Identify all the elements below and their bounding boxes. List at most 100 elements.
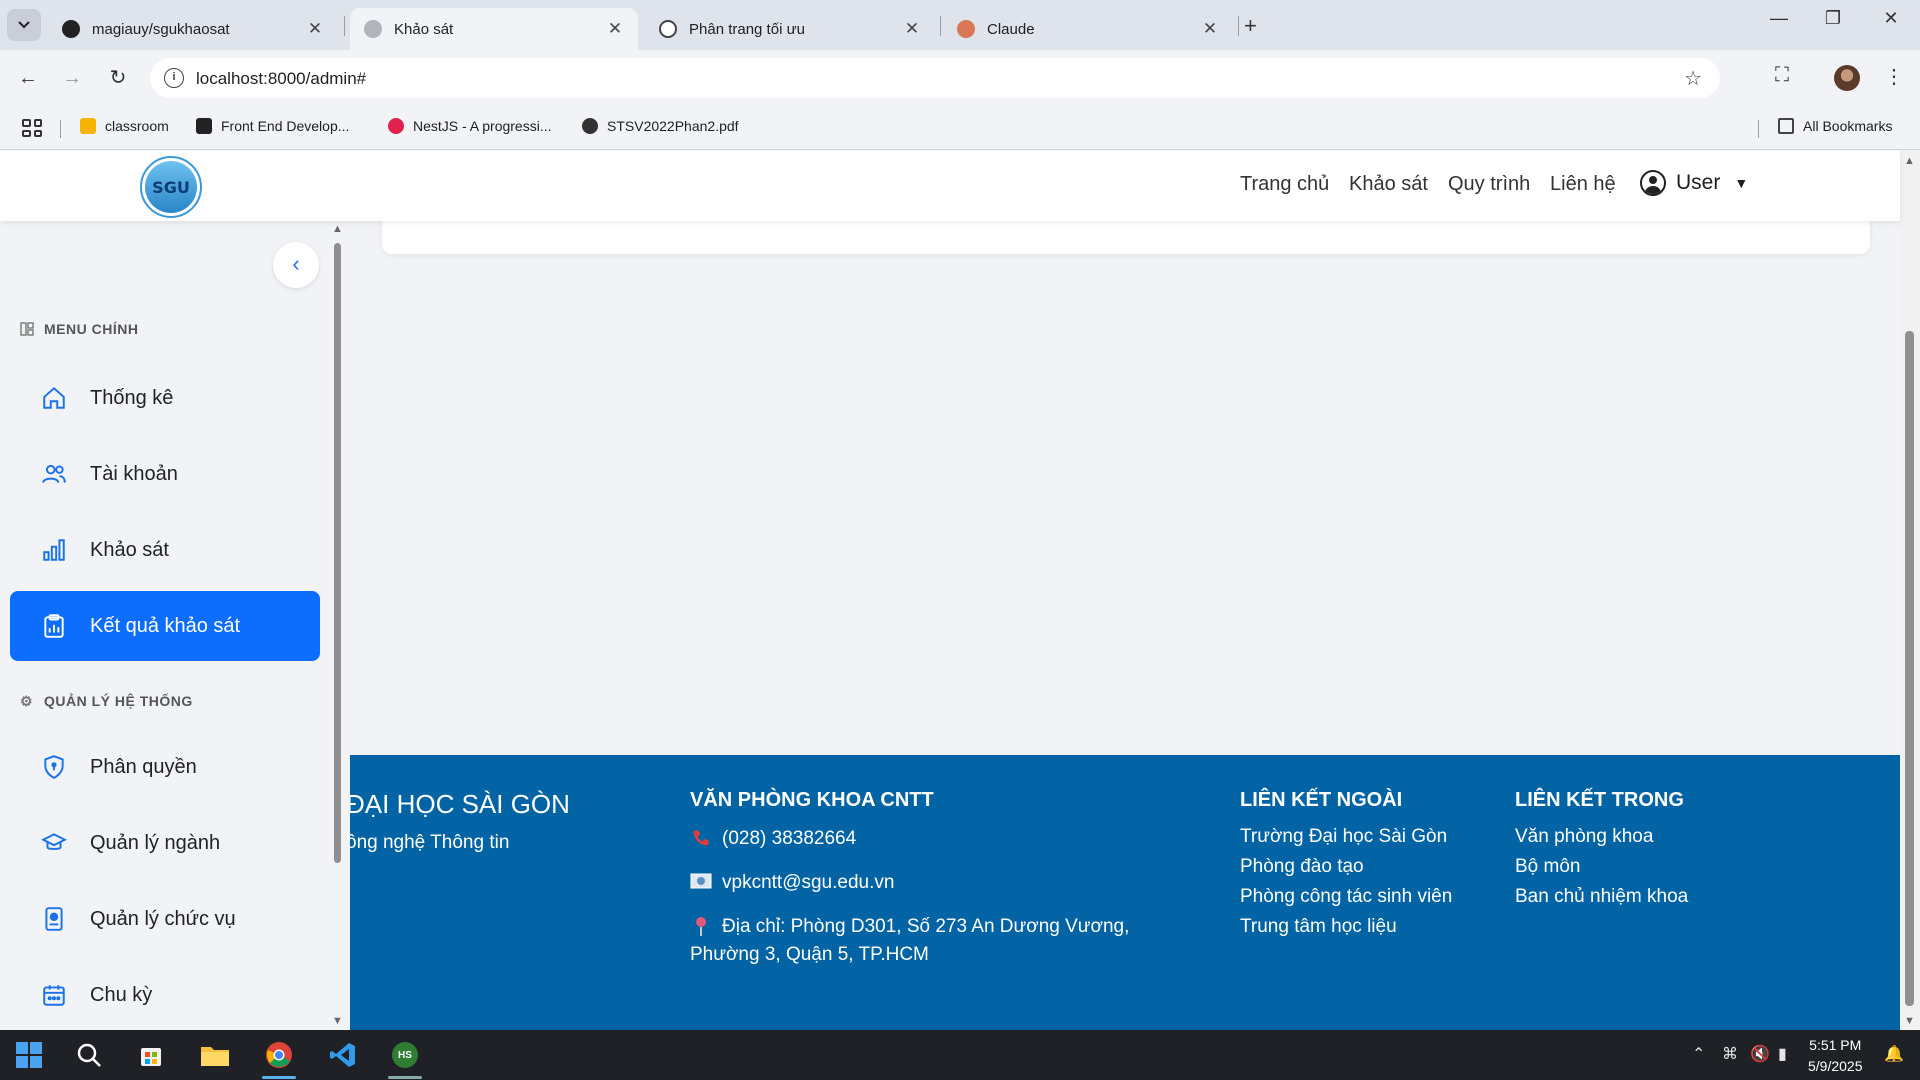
scroll-up-icon[interactable]: ▲ <box>1904 155 1915 167</box>
sidebar-item-label: Phân quyền <box>90 755 197 778</box>
frontend-mentor-icon <box>196 118 212 134</box>
volume-muted-icon[interactable]: 🔇 <box>1750 1044 1770 1064</box>
url-text[interactable]: localhost:8000/admin# <box>196 69 366 89</box>
clock-date: 5/9/2025 <box>1808 1058 1863 1074</box>
nav-lien-he[interactable]: Liên hệ <box>1550 173 1616 196</box>
nav-khao-sat[interactable]: Khảo sát <box>1349 173 1428 196</box>
system-clock[interactable]: 5:51 PM 5/9/2025 <box>1808 1035 1863 1077</box>
sidebar-item-phan-quyen[interactable]: Phân quyền <box>10 732 320 802</box>
tray-chevron-up-icon[interactable]: ⌃ <box>1692 1044 1705 1064</box>
gear-icon: ⚙ <box>20 693 34 709</box>
footer-email[interactable]: vpkcntt@sgu.edu.vn <box>690 872 1129 894</box>
site-footer: ĐẠI HỌC SÀI GÒN ông nghệ Thông tin VĂN P… <box>350 755 1900 1030</box>
sidebar-item-khao-sat[interactable]: Khảo sát <box>10 515 320 585</box>
sidebar-item-thong-ke[interactable]: Thống kê <box>10 363 320 433</box>
sidebar-scroll-thumb[interactable] <box>334 243 341 863</box>
footer-office-heading: VĂN PHÒNG KHOA CNTT <box>690 789 934 811</box>
sidebar-scrollbar[interactable]: ▲ ▼ <box>331 221 345 1030</box>
bookmark-star-icon[interactable]: ☆ <box>1684 66 1702 91</box>
graduation-cap-icon <box>40 829 68 857</box>
footer-link-truong-dhsg[interactable]: Trường Đại học Sài Gòn <box>1240 822 1452 852</box>
hs-app-icon[interactable]: HS <box>388 1039 422 1071</box>
footer-phone-text: (028) 38382664 <box>722 828 857 849</box>
reload-icon[interactable]: ↻ <box>104 64 132 92</box>
footer-link-van-phong-khoa[interactable]: Văn phòng khoa <box>1515 822 1688 852</box>
battery-icon[interactable]: ▮ <box>1778 1044 1787 1064</box>
footer-link-bo-mon[interactable]: Bộ môn <box>1515 852 1688 882</box>
tab-label: magiauy/sgukhaosat <box>92 20 230 38</box>
tab-github[interactable]: magiauy/sgukhaosat ✕ <box>48 8 338 50</box>
section-label: QUẢN LÝ HỆ THỐNG <box>44 693 193 709</box>
scroll-down-icon[interactable]: ▼ <box>1904 1015 1915 1027</box>
footer-link-trung-tam-hoc-lieu[interactable]: Trung tâm học liệu <box>1240 912 1452 942</box>
close-tab-icon[interactable]: ✕ <box>1201 19 1219 39</box>
sidebar-item-chu-ky[interactable]: Chu kỳ <box>10 960 320 1030</box>
web-page: SGU Trang chủ Khảo sát Quy trình Liên hệ… <box>0 151 1920 1030</box>
address-bar[interactable]: i localhost:8000/admin# ☆ <box>150 58 1720 98</box>
nav-quy-trinh[interactable]: Quy trình <box>1448 173 1530 196</box>
footer-link-phong-ctsv[interactable]: Phòng công tác sinh viên <box>1240 882 1452 912</box>
sidebar-item-ket-qua-khao-sat[interactable]: Kết quả khảo sát <box>10 591 320 661</box>
bookmark-classroom[interactable]: classroom <box>80 118 169 134</box>
sidebar-item-tai-khoan[interactable]: Tài khoản <box>10 439 320 509</box>
search-icon[interactable] <box>72 1039 106 1071</box>
globe-icon <box>582 118 598 134</box>
sidebar-item-label: Khảo sát <box>90 538 169 561</box>
minimize-icon[interactable]: — <box>1756 8 1802 29</box>
new-tab-button[interactable]: + <box>1244 13 1257 39</box>
logo-text: SGU <box>145 161 197 213</box>
bookmark-divider <box>60 120 61 138</box>
vscode-icon[interactable] <box>326 1039 360 1071</box>
back-icon[interactable]: ← <box>14 64 42 92</box>
close-window-icon[interactable]: ✕ <box>1868 8 1914 29</box>
scroll-up-icon[interactable]: ▲ <box>332 223 343 235</box>
clipboard-chart-icon <box>40 612 68 640</box>
forward-icon[interactable]: → <box>58 64 86 92</box>
apps-grid-icon[interactable] <box>22 119 42 137</box>
sidebar-item-quan-ly-nganh[interactable]: Quản lý ngành <box>10 808 320 878</box>
wifi-icon[interactable]: ⌘ <box>1722 1044 1738 1064</box>
file-explorer-icon[interactable] <box>198 1039 232 1071</box>
bookmark-label: Front End Develop... <box>221 118 350 134</box>
user-dropdown[interactable]: User ▼ <box>1640 170 1748 196</box>
notification-bell-icon[interactable]: 🔔 <box>1884 1044 1904 1064</box>
tab-khao-sat[interactable]: Khảo sát ✕ <box>350 8 638 50</box>
bookmark-frontend[interactable]: Front End Develop... <box>196 118 349 134</box>
tab-label: Khảo sát <box>394 20 454 38</box>
bookmark-stsv[interactable]: STSV2022Phan2.pdf <box>582 118 739 134</box>
nav-trang-chu[interactable]: Trang chủ <box>1240 173 1329 196</box>
tab-separator <box>344 16 345 36</box>
scroll-down-icon[interactable]: ▼ <box>332 1015 343 1027</box>
footer-link-ban-chu-nhiem[interactable]: Ban chủ nhiệm khoa <box>1515 882 1688 912</box>
restore-icon[interactable]: ❐ <box>1810 8 1856 29</box>
all-bookmarks[interactable]: All Bookmarks <box>1778 118 1892 134</box>
close-tab-icon[interactable]: ✕ <box>903 19 921 39</box>
profile-avatar[interactable] <box>1834 65 1860 91</box>
windows-start-icon[interactable] <box>12 1039 46 1071</box>
email-icon <box>690 872 712 890</box>
footer-link-phong-dao-tao[interactable]: Phòng đào tạo <box>1240 852 1452 882</box>
bookmark-nestjs[interactable]: NestJS - A progressi... <box>388 118 552 134</box>
sidebar-item-quan-ly-chuc-vu[interactable]: Quản lý chức vụ <box>10 884 320 954</box>
menu-kebab-icon[interactable]: ⋮ <box>1880 64 1908 92</box>
close-tab-icon[interactable]: ✕ <box>306 19 324 39</box>
extensions-icon[interactable]: ⛶ <box>1768 64 1796 92</box>
running-app-indicator <box>388 1076 422 1079</box>
close-tab-icon[interactable]: ✕ <box>606 19 624 39</box>
layout-icon <box>20 322 34 336</box>
sgu-logo[interactable]: SGU <box>140 156 202 218</box>
microsoft-store-icon[interactable] <box>134 1039 168 1071</box>
sidebar: ‹ MENU CHÍNH Thống kê Tài khoản Khảo sát <box>0 221 343 1030</box>
tab-claude[interactable]: Claude ✕ <box>943 8 1233 50</box>
site-info-icon[interactable]: i <box>164 68 184 88</box>
tab-search-button[interactable] <box>7 9 41 41</box>
id-badge-icon <box>40 905 68 933</box>
collapse-sidebar-button[interactable]: ‹ <box>273 242 319 288</box>
page-scrollbar[interactable]: ▲ ▼ <box>1900 151 1920 1030</box>
footer-email-text[interactable]: vpkcntt@sgu.edu.vn <box>722 872 894 894</box>
page-scroll-thumb[interactable] <box>1905 331 1914 1006</box>
tab-phan-trang[interactable]: Phân trang tối ưu ✕ <box>645 8 935 50</box>
tab-label: Claude <box>987 20 1035 38</box>
chrome-icon[interactable] <box>262 1039 296 1071</box>
user-label: User <box>1676 171 1721 194</box>
